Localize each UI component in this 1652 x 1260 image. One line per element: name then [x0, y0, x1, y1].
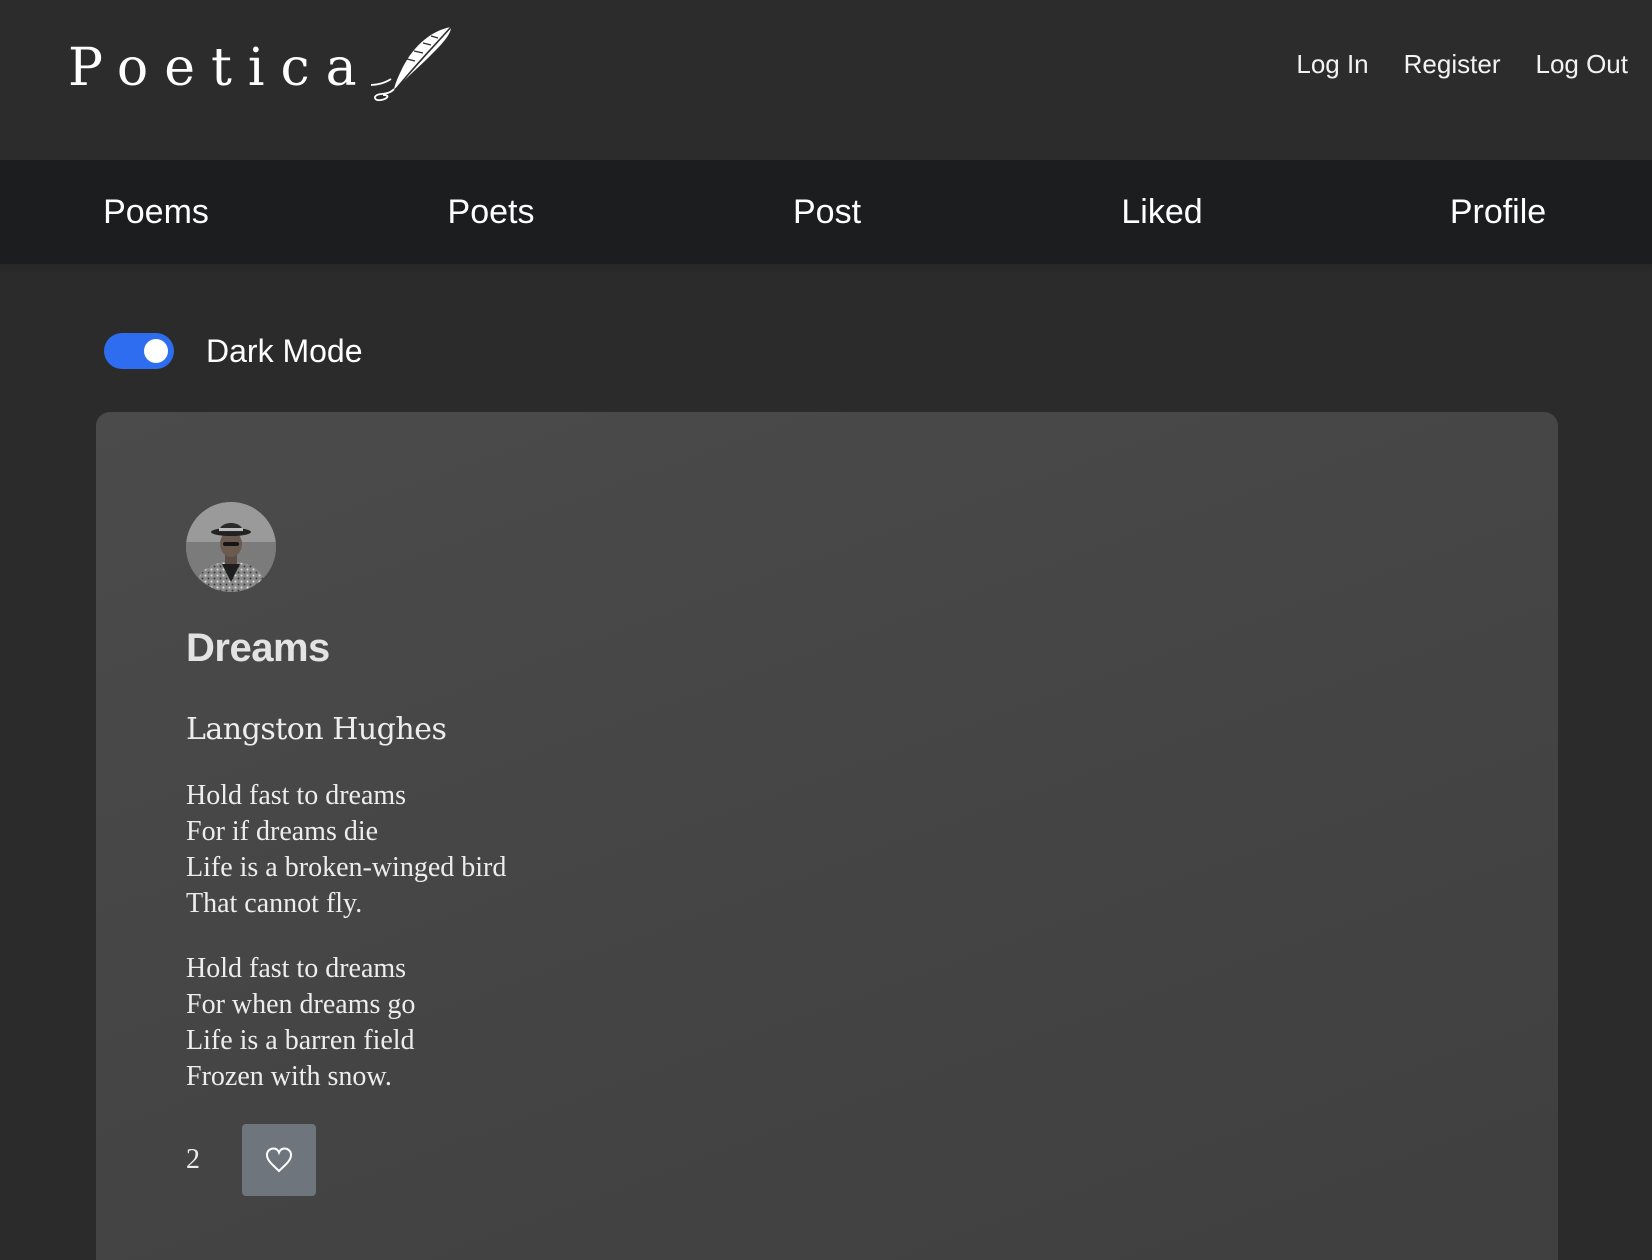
dark-mode-toggle[interactable]: [104, 333, 174, 369]
toggle-knob: [144, 339, 168, 363]
nav-item-profile[interactable]: Profile: [1450, 160, 1546, 264]
nav-item-post[interactable]: Post: [793, 160, 861, 264]
poem-line: Life is a barren field: [186, 1025, 415, 1056]
poem-title: Dreams: [186, 626, 330, 670]
poem-line: That cannot fly.: [186, 888, 363, 919]
dark-mode-toggle-row: Dark Mode: [104, 330, 363, 372]
auth-links: Log In Register Log Out: [1296, 44, 1628, 84]
avatar-image: [186, 502, 276, 592]
register-link[interactable]: Register: [1404, 49, 1501, 80]
site-header: Poetica Log In Register Log Out: [0, 0, 1652, 160]
dark-mode-label: Dark Mode: [206, 332, 363, 369]
poem-line: For when dreams go: [186, 989, 416, 1020]
poem-stanza: Hold fast to dreams For when dreams go L…: [186, 951, 415, 1095]
poem-card: Dreams Langston Hughes Hold fast to drea…: [96, 412, 1558, 1260]
heart-icon: [265, 1147, 293, 1173]
nav-item-poets[interactable]: Poets: [448, 160, 535, 264]
author-avatar[interactable]: [186, 502, 276, 592]
site-logo[interactable]: Poetica: [68, 26, 463, 106]
poem-line: Hold fast to dreams: [186, 953, 407, 984]
poem-line: Frozen with snow.: [186, 1061, 392, 1092]
nav-divider: [0, 264, 1652, 274]
like-row: 2: [186, 1124, 316, 1196]
logo-text: Poetica: [68, 38, 373, 98]
main-nav: Poems Poets Post Liked Profile: [0, 160, 1652, 264]
nav-item-liked[interactable]: Liked: [1121, 160, 1202, 264]
nav-item-poems[interactable]: Poems: [103, 160, 209, 264]
quill-icon: [370, 26, 452, 102]
poem-line: Life is a broken-winged bird: [186, 852, 507, 883]
poem-author[interactable]: Langston Hughes: [186, 712, 447, 747]
like-button[interactable]: [242, 1124, 316, 1196]
like-count: 2: [186, 1144, 200, 1175]
poem-line: For if dreams die: [186, 816, 379, 847]
logout-link[interactable]: Log Out: [1535, 49, 1628, 80]
poem-stanza: Hold fast to dreams For if dreams die Li…: [186, 778, 506, 922]
poem-line: Hold fast to dreams: [186, 780, 407, 811]
login-link[interactable]: Log In: [1296, 49, 1368, 80]
